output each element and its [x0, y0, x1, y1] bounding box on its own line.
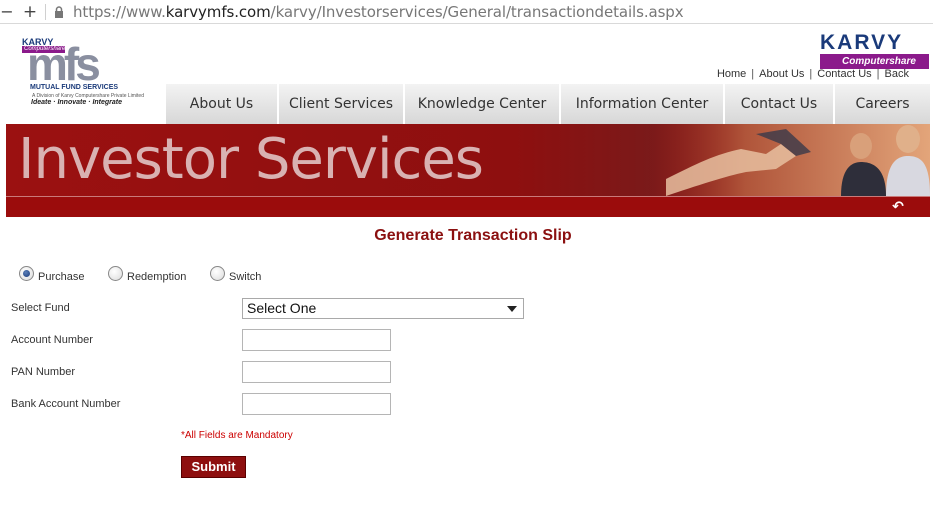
- dropdown-arrow-icon: [507, 306, 517, 312]
- mandatory-note: *All Fields are Mandatory: [181, 430, 293, 441]
- computershare-logo-text: Computershare: [820, 54, 929, 69]
- nav-tab-about-us[interactable]: About Us: [166, 84, 279, 124]
- radio-switch-label: Switch: [229, 271, 262, 283]
- url-path: /karvy/Investorservices/General/transact…: [270, 3, 684, 21]
- top-link-back[interactable]: Back: [885, 68, 909, 80]
- bank-account-number-input[interactable]: [242, 393, 391, 415]
- investor-services-banner: Investor Services: [6, 124, 930, 196]
- mfs-logo-computershare: Computershare: [22, 46, 66, 53]
- main-nav: About Us Client Services Knowledge Cente…: [166, 84, 930, 124]
- toolbar-divider: [45, 4, 46, 20]
- pan-number-label: PAN Number: [11, 366, 75, 378]
- browser-address-bar: − + https://www.karvymfs.com/karvy/Inves…: [0, 0, 933, 24]
- zoom-out-icon[interactable]: −: [0, 2, 14, 22]
- link-separator: |: [876, 68, 880, 80]
- link-separator: |: [809, 68, 813, 80]
- account-number-input[interactable]: [242, 329, 391, 351]
- form-title: Generate Transaction Slip: [374, 227, 572, 244]
- handshake-photo: [646, 124, 930, 196]
- radio-purchase-label: Purchase: [38, 271, 85, 283]
- pan-number-input[interactable]: [242, 361, 391, 383]
- select-fund-value: Select One: [247, 300, 317, 316]
- top-link-contact-us[interactable]: Contact Us: [817, 68, 871, 80]
- banner-strip: ↶: [6, 196, 930, 217]
- nav-tab-careers[interactable]: Careers: [835, 84, 930, 124]
- back-arrow-icon[interactable]: ↶: [890, 197, 906, 217]
- radio-purchase[interactable]: Purchase: [19, 263, 84, 283]
- top-link-home[interactable]: Home: [717, 68, 746, 80]
- select-fund-dropdown[interactable]: Select One: [242, 298, 524, 319]
- radio-purchase-button[interactable]: [19, 265, 34, 281]
- radio-redemption-button[interactable]: [108, 265, 123, 281]
- submit-button[interactable]: Submit: [181, 456, 246, 478]
- nav-tab-knowledge-center[interactable]: Knowledge Center: [405, 84, 561, 124]
- bank-account-number-label: Bank Account Number: [11, 398, 121, 410]
- select-fund-label: Select Fund: [11, 302, 70, 314]
- top-links: Home | About Us | Contact Us | Back: [717, 68, 909, 80]
- radio-redemption[interactable]: Redemption: [108, 263, 186, 283]
- karvy-computershare-logo: KARVY Computershare: [820, 32, 930, 70]
- radio-switch[interactable]: Switch: [210, 263, 261, 283]
- nav-tab-contact-us[interactable]: Contact Us: [725, 84, 835, 124]
- top-link-about-us[interactable]: About Us: [759, 68, 804, 80]
- link-separator: |: [751, 68, 755, 80]
- radio-switch-button[interactable]: [210, 265, 225, 281]
- mfs-logo-subtitle: MUTUAL FUND SERVICES: [30, 84, 119, 91]
- url-prefix: https://www.: [73, 3, 166, 21]
- new-tab-icon[interactable]: +: [22, 2, 38, 22]
- mfs-logo-tagline: Ideate · Innovate · Integrate: [31, 99, 123, 106]
- karvy-logo-text: KARVY: [820, 31, 904, 54]
- lock-icon: [55, 6, 63, 18]
- mfs-logo[interactable]: mfs KARVY Computershare MUTUAL FUND SERV…: [22, 37, 144, 111]
- banner-title: Investor Services: [18, 127, 484, 192]
- nav-tab-information-center[interactable]: Information Center: [561, 84, 725, 124]
- radio-redemption-label: Redemption: [127, 271, 187, 283]
- account-number-label: Account Number: [11, 334, 93, 346]
- url-host: karvymfs.com: [165, 3, 271, 21]
- nav-tab-client-services[interactable]: Client Services: [279, 84, 405, 124]
- url-field[interactable]: https://www.karvymfs.com/karvy/Investors…: [73, 3, 684, 21]
